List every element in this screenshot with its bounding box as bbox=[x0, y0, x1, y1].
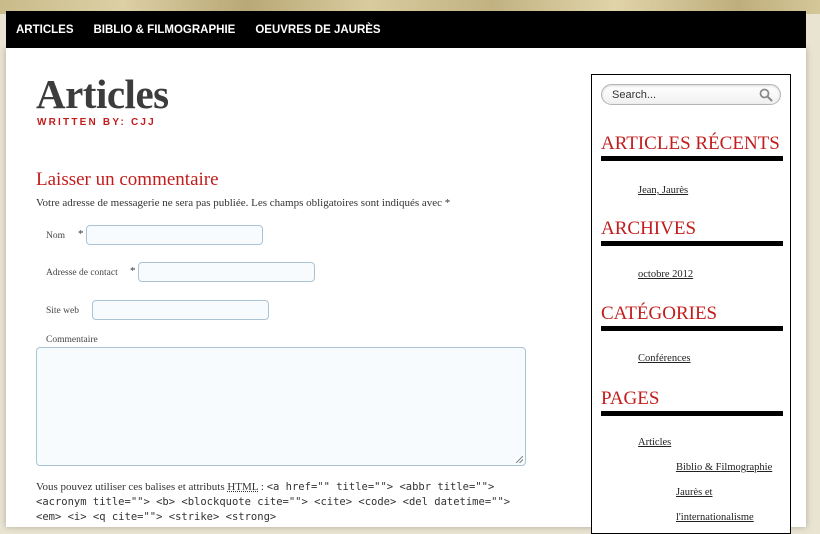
sidebar: ARTICLES RÉCENTS Jean, Jaurès ARCHIVES o… bbox=[591, 74, 791, 534]
author-byline: WRITTEN BY: CJJ bbox=[37, 117, 156, 128]
widget-link-conferences[interactable]: Conférences bbox=[638, 353, 690, 364]
contact-email-field[interactable] bbox=[138, 262, 315, 282]
search-icon[interactable] bbox=[759, 88, 773, 102]
widget-title-recent-articles: ARTICLES RÉCENTS bbox=[601, 133, 783, 161]
widget-title-archives: ARCHIVES bbox=[601, 218, 783, 246]
widget-link-biblio-filmographie[interactable]: Biblio & Filmographie bbox=[676, 462, 772, 473]
widget-title-categories: CATÉGORIES bbox=[601, 303, 783, 331]
page-content: Articles WRITTEN BY: CJJ Laisser un comm… bbox=[6, 48, 806, 534]
resize-grip-icon[interactable] bbox=[516, 456, 523, 463]
name-label: Nom bbox=[46, 231, 65, 241]
widget-link-jean-jaures[interactable]: Jean, Jaurès bbox=[638, 185, 688, 196]
widget-title-pages: PAGES bbox=[601, 388, 783, 416]
website-label: Site web bbox=[46, 306, 79, 316]
contact-required-mark: * bbox=[130, 265, 136, 277]
comment-heading: Laisser un commentaire bbox=[36, 169, 219, 190]
html-abbr: HTML bbox=[227, 481, 259, 493]
name-required-mark: * bbox=[78, 228, 84, 240]
main-navigation: ARTICLES BIBLIO & FILMOGRAPHIE OEUVRES D… bbox=[6, 11, 806, 48]
allowed-tags-note: Vous pouvez utiliser ces balises et attr… bbox=[36, 480, 536, 525]
comment-textarea[interactable] bbox=[36, 347, 526, 466]
allowed-tags-colon: : bbox=[258, 481, 264, 493]
nav-item-biblio-filmographie[interactable]: BIBLIO & FILMOGRAPHIE bbox=[94, 24, 236, 36]
widget-link-jaures-et[interactable]: Jaurès et bbox=[676, 487, 712, 498]
search-input[interactable] bbox=[602, 85, 762, 104]
widget-link-articles[interactable]: Articles bbox=[638, 437, 671, 448]
nav-item-articles[interactable]: ARTICLES bbox=[16, 24, 74, 36]
search-box bbox=[601, 84, 781, 105]
page-title: Articles bbox=[36, 71, 169, 117]
allowed-tags-prefix: Vous pouvez utiliser ces balises et attr… bbox=[36, 481, 225, 493]
nav-item-oeuvres-de-jaures[interactable]: OEUVRES DE JAURÈS bbox=[255, 24, 380, 36]
contact-label: Adresse de contact bbox=[46, 268, 118, 278]
comment-note: Votre adresse de messagerie ne sera pas … bbox=[36, 197, 451, 209]
widget-link-internationalisme[interactable]: l'internationalisme bbox=[676, 512, 754, 523]
widget-link-octobre-2012[interactable]: octobre 2012 bbox=[638, 269, 693, 280]
website-field[interactable] bbox=[92, 300, 269, 320]
comment-label: Commentaire bbox=[46, 335, 98, 345]
name-field[interactable] bbox=[86, 225, 263, 245]
